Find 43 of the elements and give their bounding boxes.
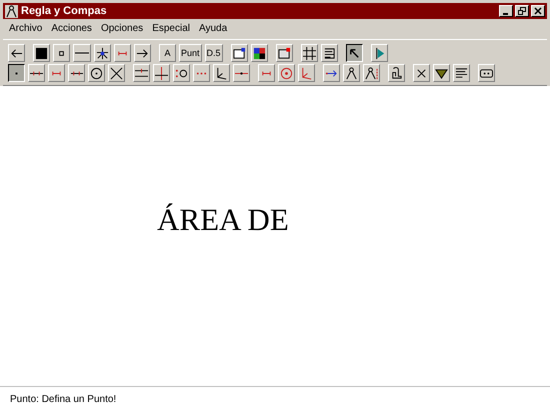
circle-icon (280, 66, 293, 80)
canvas-text: ÁREA DE (157, 202, 289, 237)
grid-icon (302, 46, 316, 60)
star-icon (96, 46, 109, 60)
palette-icon (252, 46, 266, 60)
glyph-icon (390, 66, 403, 80)
menu-item[interactable]: Acciones (51, 20, 92, 36)
status-text: Punto: Defina un Punto! (10, 393, 116, 407)
tool-button[interactable]: A (159, 44, 176, 62)
dots-box-icon (480, 66, 493, 80)
cross-icon (415, 66, 428, 80)
arrow-right-icon (136, 46, 149, 60)
text-lines-icon (455, 66, 468, 80)
screen-icon (278, 46, 291, 60)
angle-icon (215, 66, 228, 80)
close-button[interactable] (531, 5, 545, 17)
line-icon (75, 52, 89, 54)
minimize-button[interactable] (499, 5, 513, 17)
angle-icon (300, 66, 313, 80)
pointer-icon (348, 46, 361, 60)
square-icon (35, 46, 48, 60)
menu-item[interactable]: Opciones (100, 20, 144, 36)
menu-item[interactable]: Especial (152, 20, 190, 36)
cross-icon (110, 66, 123, 80)
menu-item[interactable]: Ayuda (199, 20, 228, 36)
close-icon (534, 7, 542, 15)
compass-icon (365, 66, 378, 80)
menu-item[interactable]: Archivo (9, 20, 42, 36)
tool-button[interactable]: D.5 (204, 44, 223, 62)
tool-button[interactable] (346, 44, 363, 62)
parallel-lines-icon (135, 66, 148, 80)
tool-button[interactable]: Punt (179, 44, 202, 62)
image-icon (232, 46, 246, 60)
lines-icon (322, 46, 336, 60)
compass-icon (345, 66, 358, 80)
circle-icon (90, 66, 103, 80)
perpendicular-icon (155, 66, 168, 80)
arrow-left-icon (10, 46, 23, 60)
tool-button[interactable] (8, 64, 25, 82)
compass-app-icon (5, 4, 18, 18)
restore-button[interactable] (515, 5, 529, 17)
window-title: Regla y Compas (21, 6, 107, 16)
restore-icon (518, 7, 526, 15)
